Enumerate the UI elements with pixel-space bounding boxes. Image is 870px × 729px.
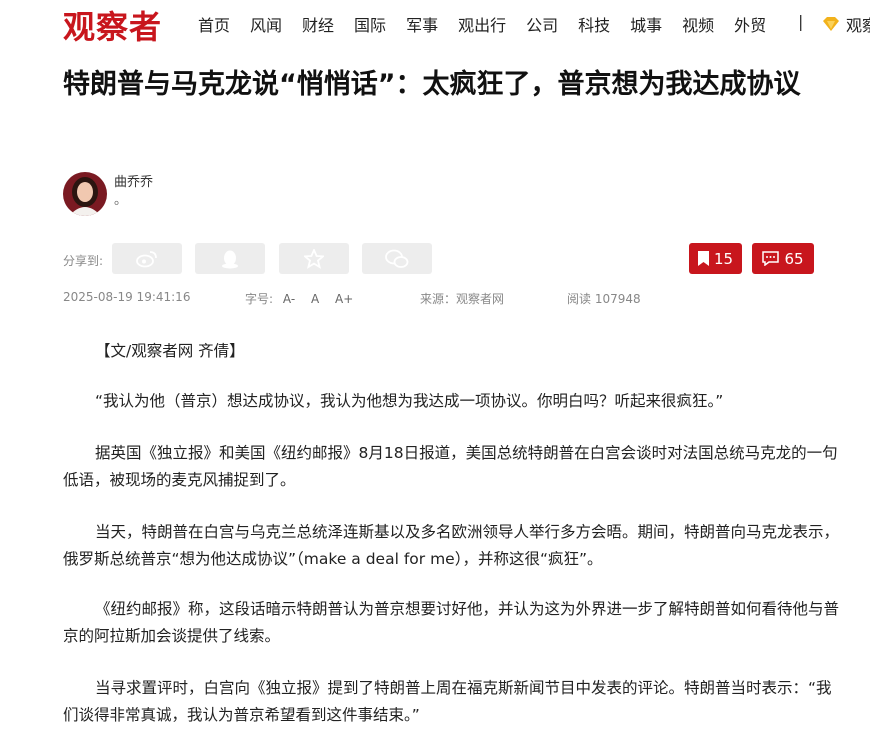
font-normal-button[interactable]: A xyxy=(311,292,319,306)
nav-item-travel[interactable]: 观出行 xyxy=(458,12,506,36)
star-icon xyxy=(304,248,324,269)
diamond-icon xyxy=(823,17,839,31)
font-size-label: 字号: xyxy=(245,292,274,306)
weibo-icon xyxy=(136,250,157,267)
top-nav: 观察者 首页 风闻 财经 国际 军事 观出行 公司 科技 城事 视频 外贸 | … xyxy=(0,0,870,46)
share-label: 分享到: xyxy=(63,254,104,268)
comment-button[interactable]: 65 xyxy=(752,243,814,274)
paragraph: 《纽约邮报》称，这段话暗示特朗普认为普京想要讨好他，并认为这为外界进一步了解特朗… xyxy=(63,600,840,645)
vip-label: 观察 xyxy=(846,16,870,35)
nav-item-trade[interactable]: 外贸 xyxy=(734,12,766,36)
nav-item-tech[interactable]: 科技 xyxy=(578,12,610,36)
nav-item-city[interactable]: 城事 xyxy=(630,12,662,36)
nav-item-military[interactable]: 军事 xyxy=(406,12,438,36)
paragraph: 据英国《独立报》和美国《纽约邮报》8月18日报道，美国总统特朗普在白宫会谈时对法… xyxy=(63,444,838,489)
nav-item-international[interactable]: 国际 xyxy=(354,12,386,36)
paragraph-byline: 【文/观察者网 齐倩】 xyxy=(95,342,245,360)
share-weibo-button[interactable] xyxy=(112,243,182,274)
nav-item-fengwen[interactable]: 风闻 xyxy=(250,12,282,36)
nav-menu: 首页 风闻 财经 国际 军事 观出行 公司 科技 城事 视频 外贸 xyxy=(198,12,786,36)
comment-icon xyxy=(762,251,780,266)
qq-icon xyxy=(222,250,238,268)
paragraph: 当天，特朗普在白宫与乌克兰总统泽连斯基以及多名欧洲领导人举行多方会晤。期间，特朗… xyxy=(63,523,840,568)
font-size-controls: 字号: A- A A+ xyxy=(245,290,353,307)
font-larger-button[interactable]: A+ xyxy=(335,292,353,306)
share-favorite-button[interactable] xyxy=(279,243,349,274)
nav-divider: | xyxy=(798,12,804,31)
article-title: 特朗普与马克龙说“悄悄话”：太疯狂了，普京想为我达成协议 xyxy=(63,69,801,100)
article-source: 来源：观察者网 xyxy=(420,292,505,306)
nav-vip-link[interactable]: 观察 xyxy=(821,12,870,36)
bookmark-icon xyxy=(697,251,709,266)
author-desc: 。 xyxy=(114,193,128,208)
font-smaller-button[interactable]: A- xyxy=(283,292,295,306)
publish-date: 2025-08-19 19:41:16 xyxy=(63,290,191,304)
nav-item-finance[interactable]: 财经 xyxy=(302,12,334,36)
paragraph-quote: “我认为他（普京）想达成协议，我认为他想为我达成一项协议。你明白吗？听起来很疯狂… xyxy=(95,392,724,410)
share-qq-button[interactable] xyxy=(195,243,265,274)
author-avatar[interactable] xyxy=(63,172,107,216)
nav-item-company[interactable]: 公司 xyxy=(526,12,558,36)
comment-count: 65 xyxy=(784,249,804,268)
share-wechat-button[interactable] xyxy=(362,243,432,274)
nav-item-home[interactable]: 首页 xyxy=(198,12,230,36)
site-logo[interactable]: 观察者 xyxy=(63,2,162,48)
nav-item-video[interactable]: 视频 xyxy=(682,12,714,36)
bookmark-button[interactable]: 15 xyxy=(689,243,742,274)
read-count: 阅读 107948 xyxy=(567,292,641,306)
wechat-icon xyxy=(385,249,409,268)
bookmark-count: 15 xyxy=(713,249,734,268)
paragraph: 当寻求置评时，白宫向《独立报》提到了特朗普上周在福克斯新闻节目中发表的评论。特朗… xyxy=(63,679,832,724)
author-name[interactable]: 曲乔乔 xyxy=(114,171,153,190)
